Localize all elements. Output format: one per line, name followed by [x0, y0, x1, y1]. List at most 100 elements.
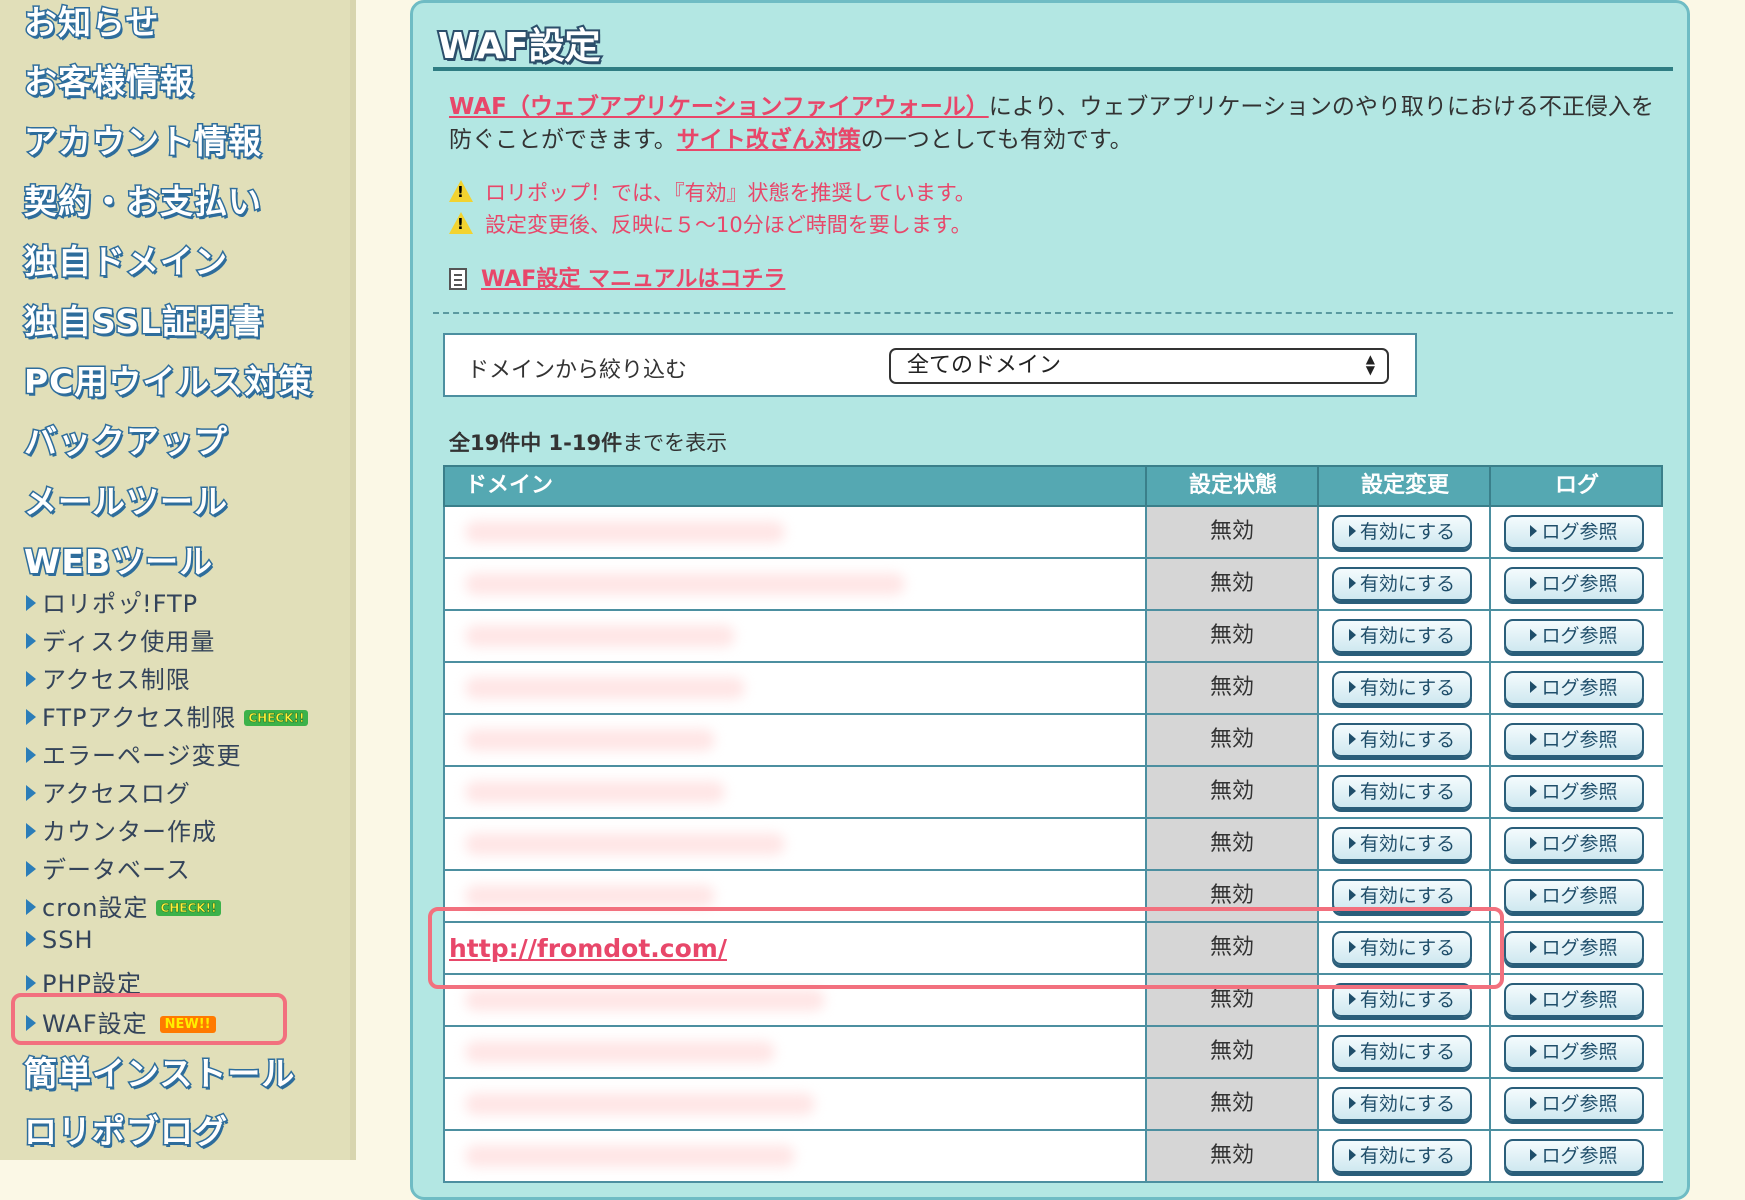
domain-cell [445, 715, 1147, 765]
table-row: 無効 有効にする ログ参照 [443, 507, 1663, 559]
enable-button[interactable]: 有効にする [1332, 671, 1472, 705]
enable-button[interactable]: 有効にする [1332, 567, 1472, 601]
domain-cell [445, 819, 1147, 869]
sidebar-item-contract[interactable]: 契約・お支払い [23, 175, 263, 223]
domain-cell [445, 1131, 1147, 1181]
blurred-domain [465, 833, 785, 855]
triangle-right-icon [1530, 629, 1538, 641]
sidebar-item-account-info[interactable]: アカウント情報 [23, 115, 263, 163]
triangle-right-icon [1530, 681, 1538, 693]
triangle-right-icon [1348, 1045, 1356, 1057]
header-status: 設定状態 [1188, 473, 1277, 498]
triangle-right-icon [1530, 785, 1538, 797]
view-log-button[interactable]: ログ参照 [1504, 827, 1644, 861]
triangle-right-icon [26, 823, 36, 839]
table-row: 無効 有効にする ログ参照 [443, 559, 1663, 611]
table-row: 無効 有効にする ログ参照 [443, 611, 1663, 663]
sidebar-item-domain[interactable]: 独自ドメイン [23, 235, 229, 283]
sidebar-subitem-database[interactable]: データベース [26, 850, 191, 885]
status-cell: 無効 [1147, 1027, 1319, 1077]
view-log-button[interactable]: ログ参照 [1504, 723, 1644, 757]
dashed-divider [433, 312, 1673, 314]
sidebar-item-lolipop-blog[interactable]: ロリポブログ [23, 1105, 229, 1153]
view-log-button[interactable]: ログ参照 [1504, 567, 1644, 601]
domain-cell [445, 611, 1147, 661]
view-log-button[interactable]: ログ参照 [1504, 879, 1644, 913]
site-tamper-link[interactable]: サイト改ざん対策 [677, 127, 861, 153]
enable-button[interactable]: 有効にする [1332, 1139, 1472, 1173]
table-row: 無効 有効にする ログ参照 [443, 1079, 1663, 1131]
triangle-right-icon [1348, 889, 1356, 901]
sidebar-subitem-ssh[interactable]: SSH [26, 926, 94, 954]
warning-delay: 設定変更後、反映に５〜10分ほど時間を要します。 [449, 209, 972, 239]
triangle-right-icon [26, 671, 36, 687]
sidebar-item-notice[interactable]: お知らせ [22, 0, 159, 44]
enable-button[interactable]: 有効にする [1332, 723, 1472, 757]
status-cell: 無効 [1147, 507, 1319, 557]
enable-button[interactable]: 有効にする [1332, 515, 1472, 549]
log-cell: ログ参照 [1491, 1131, 1663, 1181]
change-cell: 有効にする [1319, 507, 1491, 557]
table-row: 無効 有効にする ログ参照 [443, 767, 1663, 819]
view-log-button[interactable]: ログ参照 [1504, 931, 1644, 965]
domain-select[interactable]: 全てのドメイン ▲ ▼ [889, 348, 1389, 384]
sidebar-subitem-disk-usage[interactable]: ディスク使用量 [26, 622, 215, 657]
page-title: WAF設定 [436, 24, 603, 69]
sidebar-item-easy-install[interactable]: 簡単インストール [22, 1047, 295, 1095]
blurred-domain [465, 885, 715, 907]
enable-button[interactable]: 有効にする [1332, 1035, 1472, 1069]
sidebar-subitem-error-page[interactable]: エラーページ変更 [26, 736, 242, 771]
manual-link[interactable]: WAF設定 マニュアルはコチラ [481, 267, 785, 292]
log-cell: ログ参照 [1491, 1079, 1663, 1129]
sidebar-subitem-counter[interactable]: カウンター作成 [26, 812, 217, 847]
triangle-right-icon [1530, 1097, 1538, 1109]
sidebar-subitem-cron[interactable]: cron設定 CHECK!! [26, 888, 221, 923]
triangle-right-icon [1530, 577, 1538, 589]
header-domain: ドメイン [465, 473, 554, 498]
sidebar-item-mail-tools[interactable]: メールツール [23, 475, 229, 523]
triangle-right-icon [1348, 785, 1356, 797]
enable-button[interactable]: 有効にする [1332, 1087, 1472, 1121]
document-icon [449, 268, 467, 290]
waf-description-link[interactable]: WAF（ウェブアプリケーションファイアウォール） [449, 94, 989, 120]
view-log-button[interactable]: ログ参照 [1504, 619, 1644, 653]
triangle-right-icon [1530, 1149, 1538, 1161]
blurred-domain [465, 521, 785, 543]
triangle-right-icon [1348, 993, 1356, 1005]
enable-button[interactable]: 有効にする [1332, 827, 1472, 861]
sidebar-item-web-tools[interactable]: WEBツール [22, 535, 213, 583]
status-cell: 無効 [1147, 767, 1319, 817]
filter-label: ドメインから絞り込む [467, 358, 688, 383]
view-log-button[interactable]: ログ参照 [1504, 1035, 1644, 1069]
view-log-button[interactable]: ログ参照 [1504, 515, 1644, 549]
log-cell: ログ参照 [1491, 923, 1663, 973]
sidebar-item-ssl[interactable]: 独自SSL証明書 [22, 295, 264, 343]
triangle-right-icon [1530, 889, 1538, 901]
sidebar-item-customer-info[interactable]: お客様情報 [23, 55, 195, 103]
enable-button[interactable]: 有効にする [1332, 619, 1472, 653]
blurred-domain [465, 781, 725, 803]
triangle-right-icon [1530, 941, 1538, 953]
status-cell: 無効 [1147, 663, 1319, 713]
sidebar-item-antivirus[interactable]: PC用ウイルス対策 [22, 355, 312, 403]
view-log-button[interactable]: ログ参照 [1504, 671, 1644, 705]
triangle-right-icon [1348, 1097, 1356, 1109]
sidebar-subitem-ftp-access-limit[interactable]: FTPアクセス制限 CHECK!! [26, 698, 309, 733]
blurred-domain [465, 729, 715, 751]
view-log-button[interactable]: ログ参照 [1504, 983, 1644, 1017]
sidebar-subitem-ftp[interactable]: ロリポッ゚!FTP [26, 584, 198, 619]
domain-cell [445, 767, 1147, 817]
sidebar-subitem-access-limit[interactable]: アクセス制限 [26, 660, 191, 695]
header-log: ログ [1554, 473, 1599, 498]
view-log-button[interactable]: ログ参照 [1504, 1139, 1644, 1173]
domain-cell [445, 507, 1147, 557]
triangle-right-icon [1348, 525, 1356, 537]
triangle-right-icon [26, 861, 36, 877]
view-log-button[interactable]: ログ参照 [1504, 1087, 1644, 1121]
enable-button[interactable]: 有効にする [1332, 775, 1472, 809]
sidebar-subitem-access-log[interactable]: アクセスログ [26, 774, 191, 809]
view-log-button[interactable]: ログ参照 [1504, 775, 1644, 809]
select-arrows-icon: ▲ ▼ [1365, 352, 1375, 377]
main-panel: WAF設定 WAF（ウェブアプリケーションファイアウォール）により、ウェブアプリ… [410, 0, 1690, 1200]
sidebar-item-backup[interactable]: バックアップ [23, 415, 229, 463]
